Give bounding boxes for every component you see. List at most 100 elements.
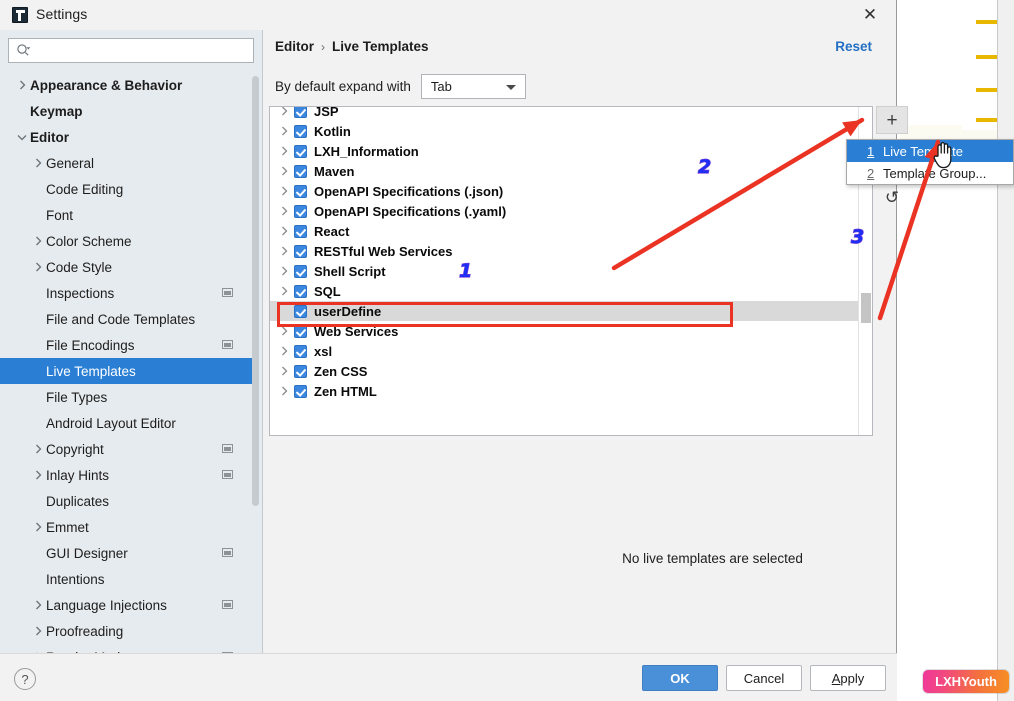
breadcrumb-parent[interactable]: Editor — [275, 39, 314, 54]
ok-button[interactable]: OK — [642, 665, 718, 691]
sidebar-item-live-templates[interactable]: Live Templates — [0, 358, 255, 384]
chevron-right-icon[interactable] — [275, 286, 294, 296]
sidebar-item-editor[interactable]: Editor — [0, 124, 255, 150]
sidebar-scrollbar[interactable] — [252, 76, 259, 616]
chevron-right-icon[interactable] — [275, 326, 294, 336]
sidebar-item-duplicates[interactable]: Duplicates — [0, 488, 255, 514]
chevron-right-icon[interactable] — [30, 626, 46, 636]
template-group-checkbox[interactable] — [294, 344, 307, 358]
template-group-checkbox[interactable] — [294, 164, 307, 178]
template-group-row[interactable]: Zen CSS — [270, 361, 872, 381]
sidebar-item-copyright[interactable]: Copyright — [0, 436, 255, 462]
sidebar-item-android-layout-editor[interactable]: Android Layout Editor — [0, 410, 255, 436]
chevron-right-icon[interactable] — [275, 166, 294, 176]
editor-marker-gutter[interactable] — [962, 0, 1002, 130]
chevron-right-icon[interactable] — [30, 470, 46, 480]
template-group-checkbox[interactable] — [294, 184, 307, 198]
template-group-checkbox[interactable] — [294, 107, 307, 118]
menu-item-live-template[interactable]: 1 Live Template — [847, 140, 1013, 162]
apply-button[interactable]: Apply — [810, 665, 886, 691]
sidebar-scrollbar-thumb[interactable] — [252, 76, 259, 506]
template-group-checkbox[interactable] — [294, 204, 307, 218]
menu-item-template-group[interactable]: 2 Template Group... — [847, 162, 1013, 184]
sidebar-item-general[interactable]: General — [0, 150, 255, 176]
sidebar-item-file-encodings[interactable]: File Encodings — [0, 332, 255, 358]
chevron-right-icon[interactable] — [275, 246, 294, 256]
chevron-right-icon[interactable] — [275, 126, 294, 136]
template-group-checkbox[interactable] — [294, 264, 307, 278]
sidebar-item-inlay-hints[interactable]: Inlay Hints — [0, 462, 255, 488]
reset-link[interactable]: Reset — [835, 39, 872, 54]
close-icon[interactable]: ✕ — [850, 0, 890, 30]
template-group-row[interactable]: Shell Script — [270, 261, 872, 281]
template-group-row[interactable]: RESTful Web Services — [270, 241, 872, 261]
template-group-row[interactable]: SQL — [270, 281, 872, 301]
cancel-button[interactable]: Cancel — [726, 665, 802, 691]
sidebar-item-reader-mode[interactable]: Reader Mode — [0, 644, 255, 653]
sidebar-item-intentions[interactable]: Intentions — [0, 566, 255, 592]
chevron-right-icon[interactable] — [30, 236, 46, 246]
sidebar-item-code-editing[interactable]: Code Editing — [0, 176, 255, 202]
chevron-right-icon[interactable] — [275, 146, 294, 156]
chevron-right-icon[interactable] — [275, 206, 294, 216]
sidebar-item-file-and-code-templates[interactable]: File and Code Templates — [0, 306, 255, 332]
breadcrumb-current: Live Templates — [332, 39, 429, 54]
chevron-right-icon[interactable] — [275, 346, 294, 356]
chevron-right-icon[interactable] — [275, 186, 294, 196]
sidebar-item-inspections[interactable]: Inspections — [0, 280, 255, 306]
sidebar-item-gui-designer[interactable]: GUI Designer — [0, 540, 255, 566]
template-group-row[interactable]: Maven — [270, 161, 872, 181]
template-group-row[interactable]: LXH_Information — [270, 141, 872, 161]
template-group-row[interactable]: Zen HTML — [270, 381, 872, 401]
sidebar-item-language-injections[interactable]: Language Injections — [0, 592, 255, 618]
chevron-right-icon[interactable] — [275, 266, 294, 276]
sidebar-item-code-style[interactable]: Code Style — [0, 254, 255, 280]
template-list-scrollbar-thumb[interactable] — [861, 293, 871, 323]
help-icon[interactable]: ? — [14, 668, 36, 690]
template-group-row[interactable]: userDefine — [270, 301, 872, 321]
sidebar-item-label: File Encodings — [46, 337, 135, 353]
sidebar-item-font[interactable]: Font — [0, 202, 255, 228]
template-group-row[interactable]: Web Services — [270, 321, 872, 341]
template-group-label: JSP — [314, 106, 339, 119]
template-group-row[interactable]: Kotlin — [270, 121, 872, 141]
chevron-right-icon[interactable] — [30, 522, 46, 532]
chevron-right-icon[interactable] — [275, 226, 294, 236]
template-group-checkbox[interactable] — [294, 124, 307, 138]
chevron-right-icon[interactable] — [30, 600, 46, 610]
chevron-down-icon[interactable] — [14, 134, 30, 141]
search-input[interactable] — [8, 38, 254, 63]
chevron-right-icon[interactable] — [30, 444, 46, 454]
template-group-checkbox[interactable] — [294, 224, 307, 238]
sidebar-item-keymap[interactable]: Keymap — [0, 98, 255, 124]
template-group-checkbox[interactable] — [294, 284, 307, 298]
template-group-checkbox[interactable] — [294, 364, 307, 378]
template-group-label: LXH_Information — [314, 143, 419, 159]
chevron-right-icon[interactable] — [30, 262, 46, 272]
sidebar-item-emmet[interactable]: Emmet — [0, 514, 255, 540]
editor-right-scrollbar[interactable] — [997, 0, 1014, 701]
template-group-row[interactable]: xsl — [270, 341, 872, 361]
chevron-right-icon[interactable] — [275, 386, 294, 396]
chevron-right-icon[interactable] — [14, 80, 30, 90]
sidebar-item-file-types[interactable]: File Types — [0, 384, 255, 410]
sidebar-item-color-scheme[interactable]: Color Scheme — [0, 228, 255, 254]
template-group-checkbox[interactable] — [294, 304, 307, 318]
chevron-right-icon[interactable] — [275, 107, 294, 116]
chevron-right-icon[interactable] — [30, 158, 46, 168]
sidebar-item-appearance-behavior[interactable]: Appearance & Behavior — [0, 72, 255, 98]
chevron-right-icon[interactable] — [275, 366, 294, 376]
template-group-row[interactable]: React — [270, 221, 872, 241]
add-template-button[interactable]: + — [876, 106, 908, 134]
template-group-checkbox[interactable] — [294, 324, 307, 338]
configurable-badge-icon — [222, 470, 233, 479]
template-group-row[interactable]: JSP — [270, 106, 872, 121]
template-group-checkbox[interactable] — [294, 144, 307, 158]
template-group-checkbox[interactable] — [294, 384, 307, 398]
sidebar-item-proofreading[interactable]: Proofreading — [0, 618, 255, 644]
expand-with-select[interactable]: Tab — [420, 74, 526, 99]
revert-icon[interactable]: ↺ — [876, 184, 908, 212]
template-group-row[interactable]: OpenAPI Specifications (.json) — [270, 181, 872, 201]
template-group-row[interactable]: OpenAPI Specifications (.yaml) — [270, 201, 872, 221]
template-group-checkbox[interactable] — [294, 244, 307, 258]
